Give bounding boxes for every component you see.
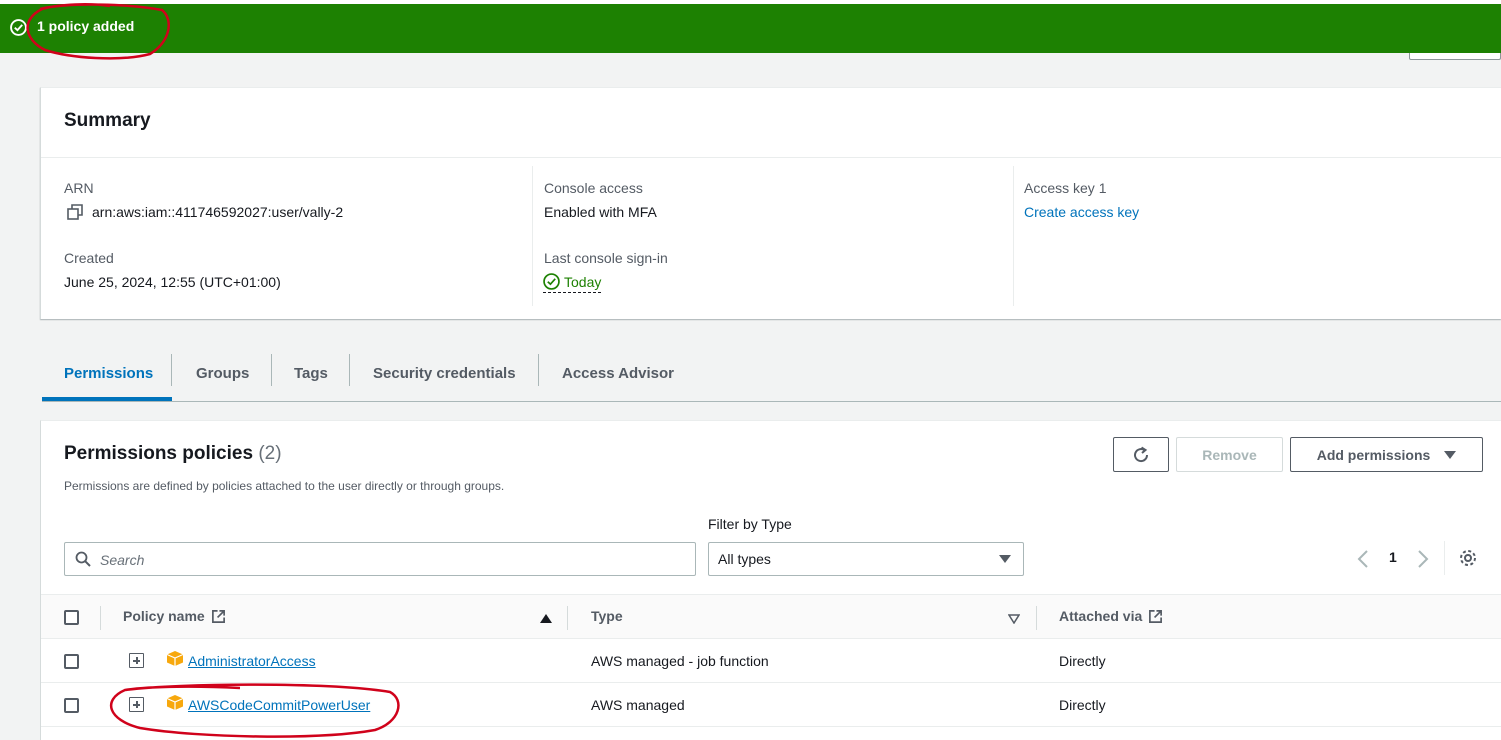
permissions-policies-container: Permissions policies (2) Permissions are… — [40, 420, 1501, 740]
user-tabs: Permissions Groups Tags Security credent… — [42, 346, 1501, 402]
arn-value: arn:aws:iam::411746592027:user/vally-2 — [92, 204, 344, 220]
policy-type: AWS managed — [591, 697, 685, 713]
filter-by-type-label: Filter by Type — [708, 516, 792, 532]
aws-managed-policy-icon — [166, 651, 184, 666]
filter-type-select[interactable]: All types — [708, 542, 1024, 576]
tab-divider — [538, 354, 539, 386]
external-link-icon — [1149, 609, 1163, 623]
active-tab-indicator — [42, 397, 172, 401]
create-access-key-link[interactable]: Create access key — [1024, 204, 1139, 220]
copy-icon[interactable] — [67, 204, 83, 220]
pager-divider — [1444, 541, 1445, 575]
tab-security-credentials[interactable]: Security credentials — [373, 346, 516, 401]
summary-divider — [41, 157, 1501, 158]
tab-tags[interactable]: Tags — [294, 346, 328, 401]
permissions-title: Permissions policies (2) — [64, 443, 282, 465]
arn-label: ARN — [64, 180, 94, 196]
expand-icon[interactable] — [129, 653, 144, 668]
refresh-icon — [1134, 446, 1149, 462]
aws-managed-policy-icon — [166, 695, 184, 710]
expand-icon[interactable] — [129, 697, 144, 712]
search-icon — [75, 551, 91, 567]
refresh-button[interactable] — [1113, 437, 1169, 472]
last-signin-text: Today — [564, 273, 602, 290]
tab-divider — [271, 354, 272, 386]
search-placeholder: Search — [100, 552, 145, 568]
flash-message: 1 policy added — [37, 18, 135, 34]
access-key-label: Access key 1 — [1024, 180, 1107, 196]
success-flashbar: 1 policy added — [0, 4, 1501, 53]
column-type[interactable]: Type — [591, 608, 623, 624]
column-policy-name[interactable]: Policy name — [123, 608, 226, 624]
policy-attached-via: Directly — [1059, 697, 1106, 713]
permissions-title-text: Permissions policies — [64, 443, 254, 464]
filter-type-value: All types — [718, 551, 771, 567]
summary-title: Summary — [64, 110, 151, 131]
tab-permissions[interactable]: Permissions — [64, 346, 153, 401]
success-check-icon — [543, 273, 560, 290]
column-divider — [1013, 166, 1014, 306]
external-link-icon — [211, 609, 225, 623]
column-divider — [100, 606, 101, 630]
console-access-value: Enabled with MFA — [544, 204, 657, 220]
success-check-icon — [10, 19, 27, 36]
column-attached-via[interactable]: Attached via — [1059, 608, 1163, 624]
caret-down-icon — [1444, 450, 1457, 459]
add-permissions-button[interactable]: Add permissions — [1290, 437, 1483, 472]
row-checkbox[interactable] — [64, 654, 79, 669]
console-access-label: Console access — [544, 180, 643, 196]
table-row[interactable]: AdministratorAccess AWS managed - job fu… — [41, 639, 1501, 683]
header-button-edge[interactable] — [1409, 53, 1501, 60]
last-signin-label: Last console sign-in — [544, 250, 668, 266]
sort-descending-icon[interactable] — [1008, 614, 1020, 624]
search-input[interactable]: Search — [64, 542, 696, 576]
column-policy-name-label: Policy name — [123, 608, 205, 624]
created-label: Created — [64, 250, 114, 266]
tab-divider — [349, 354, 350, 386]
page-number[interactable]: 1 — [1389, 549, 1397, 565]
tab-divider — [171, 354, 172, 386]
permissions-count: (2) — [258, 443, 282, 464]
permissions-description: Permissions are defined by policies atta… — [64, 479, 505, 493]
created-value: June 25, 2024, 12:55 (UTC+01:00) — [64, 274, 281, 290]
column-divider — [1036, 606, 1037, 630]
summary-container: Summary ARN arn:aws:iam::411746592027:us… — [40, 87, 1501, 319]
caret-down-icon — [999, 555, 1011, 563]
select-all-checkbox[interactable] — [64, 610, 79, 625]
column-divider — [567, 606, 568, 630]
gear-icon[interactable] — [1458, 548, 1478, 568]
policy-name-link[interactable]: AWSCodeCommitPowerUser — [188, 697, 370, 713]
table-row[interactable]: AWSCodeCommitPowerUser AWS managed Direc… — [41, 683, 1501, 727]
add-permissions-label: Add permissions — [1316, 446, 1431, 463]
policy-type: AWS managed - job function — [591, 653, 769, 669]
tab-access-advisor[interactable]: Access Advisor — [562, 346, 674, 401]
remove-button[interactable]: Remove — [1176, 437, 1283, 472]
policy-name-link[interactable]: AdministratorAccess — [188, 653, 316, 669]
last-signin-value[interactable]: Today — [543, 273, 602, 293]
table-header: Policy name Type Attached via — [41, 594, 1501, 639]
column-divider — [532, 166, 533, 306]
chevron-left-icon[interactable] — [1357, 550, 1369, 568]
chevron-right-icon[interactable] — [1417, 550, 1429, 568]
policy-attached-via: Directly — [1059, 653, 1106, 669]
sort-ascending-icon[interactable] — [540, 614, 552, 623]
column-attached-via-label: Attached via — [1059, 608, 1143, 624]
tab-groups[interactable]: Groups — [196, 346, 249, 401]
row-checkbox[interactable] — [64, 698, 79, 713]
